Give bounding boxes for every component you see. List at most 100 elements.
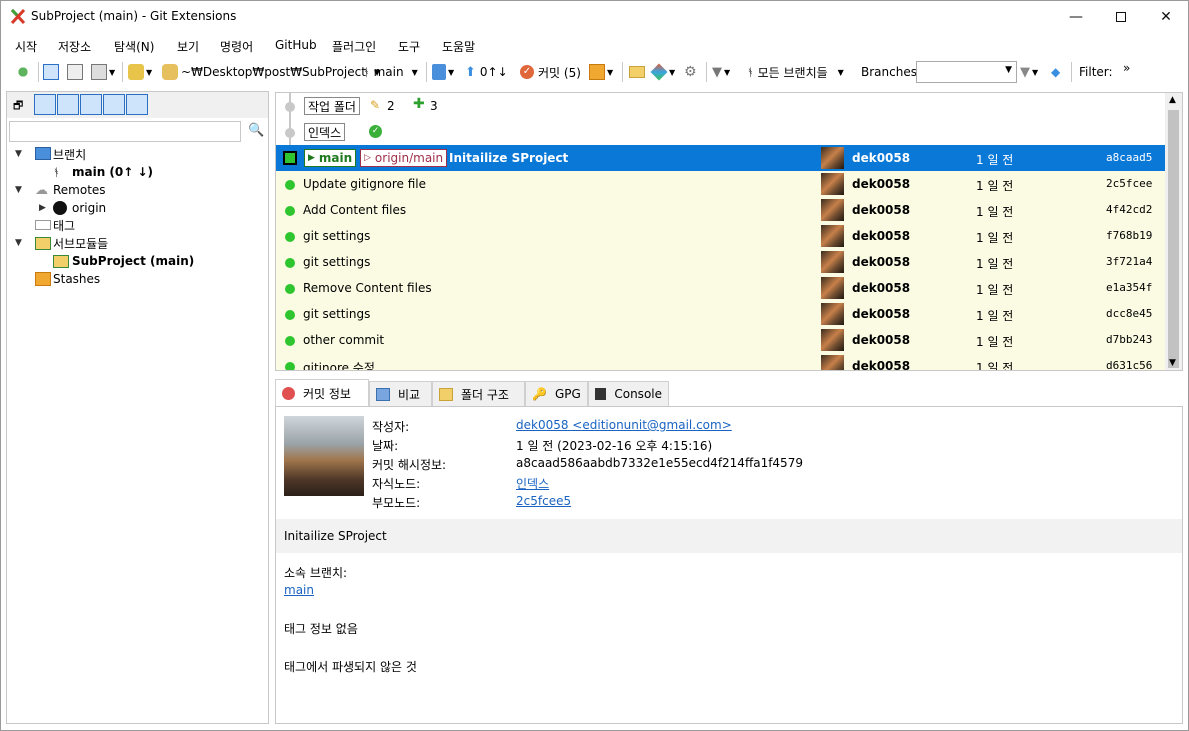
branch-select[interactable]: ᚬ main ▼ xyxy=(363,63,418,81)
menu-view[interactable]: 보기 xyxy=(177,38,199,55)
chevron-down-icon[interactable]: ▼ xyxy=(15,238,22,248)
stash-button[interactable]: ▼ xyxy=(589,63,613,81)
commit-row-selected[interactable]: ▶ main ▷ origin/main Initailize SProject d… xyxy=(276,145,1166,171)
tree-submodules[interactable]: 서브모듈들 xyxy=(53,235,108,252)
menu-help[interactable]: 도움말 xyxy=(442,38,475,55)
filter-marker-button[interactable]: ◆ xyxy=(1051,63,1060,81)
commit-row[interactable]: git settings dek0058 1 일 전 f768b19 xyxy=(276,223,1166,249)
pull-button[interactable]: ▼ xyxy=(432,63,454,81)
tab-commit-info[interactable]: 커밋 정보 xyxy=(275,379,369,407)
tab-diff[interactable]: 비교 xyxy=(369,381,432,406)
repo-path-label: ~₩Desktop₩post₩SubProject xyxy=(181,65,366,79)
commit-row[interactable]: Remove Content files dek0058 1 일 전 e1a35… xyxy=(276,275,1166,301)
maximize-button[interactable] xyxy=(1098,1,1144,32)
layout-button-2[interactable] xyxy=(67,63,83,81)
commit-date: 1 일 전 xyxy=(976,335,1014,349)
revision-grid[interactable]: 작업 폴더 ✎ 2 ✚ 3 인덱스 ✓ ▶ main ▷ origin/main I… xyxy=(275,92,1183,371)
layout-button-1[interactable] xyxy=(43,63,59,81)
menu-tools[interactable]: 도구 xyxy=(398,38,420,55)
commit-date: 1 일 전 xyxy=(976,153,1014,167)
menu-commands[interactable]: 명령어 xyxy=(220,38,253,55)
tree-tags[interactable]: 태그 xyxy=(53,217,75,234)
stash-icon xyxy=(35,272,51,286)
show-submodules-toggle[interactable] xyxy=(103,94,125,115)
close-button[interactable]: ✕ xyxy=(1143,1,1189,32)
menu-github[interactable]: GitHub xyxy=(275,38,317,52)
show-remotes-toggle[interactable] xyxy=(57,94,79,115)
branches-label: Branches: xyxy=(861,65,922,79)
scroll-down-icon[interactable]: ▼ xyxy=(1169,358,1176,368)
minimize-icon: — xyxy=(1069,8,1083,25)
open-folder-button[interactable] xyxy=(629,63,645,81)
filter-options-button[interactable]: ▼ ▼ xyxy=(1020,63,1038,81)
repo-path-button[interactable]: ~₩Desktop₩post₩SubProject ▼ xyxy=(162,63,380,81)
child-label: 자식노드: xyxy=(372,477,421,491)
settings-button[interactable]: ⚙ xyxy=(684,63,697,81)
commit-button[interactable]: ✓ 커밋 (5) xyxy=(520,63,581,81)
commit-hash: d7bb243 xyxy=(1106,333,1153,346)
commit-message: git settings xyxy=(303,255,371,269)
tree-branch-main[interactable]: main (0↑ ↓) xyxy=(72,165,153,179)
commit-row[interactable]: Update gitignore file dek0058 1 일 전 2c5f… xyxy=(276,171,1166,197)
open-repo-button[interactable]: ▼ xyxy=(128,63,152,81)
commit-author: dek0058 xyxy=(852,177,911,191)
branch-filter-button[interactable]: ▼ ▼ xyxy=(712,63,730,81)
show-branches-toggle[interactable] xyxy=(34,94,56,115)
branches-combo[interactable]: ▼ xyxy=(916,61,1017,83)
child-link[interactable]: 인덱스 xyxy=(516,475,549,492)
graph-node xyxy=(285,258,295,268)
show-tags-toggle[interactable] xyxy=(80,94,102,115)
git-bash-button[interactable]: ▼ xyxy=(650,63,675,81)
menu-repository[interactable]: 저장소 xyxy=(58,38,91,55)
scroll-up-icon[interactable]: ▲ xyxy=(1169,95,1176,105)
author-link[interactable]: dek0058 <editionunit@gmail.com> xyxy=(516,418,732,432)
menu-plugins[interactable]: 플러그인 xyxy=(332,38,376,55)
contained-branch-link[interactable]: main xyxy=(284,583,314,597)
tab-gpg[interactable]: 🔑 GPG xyxy=(525,381,588,406)
layout-button-3[interactable]: ▼ xyxy=(91,63,115,81)
submodule-folder-icon xyxy=(53,254,69,268)
sidebar-search-input[interactable] xyxy=(9,121,241,142)
tab-file-tree[interactable]: 폴더 구조 xyxy=(432,381,525,406)
toolbar-overflow-button[interactable]: » xyxy=(1123,59,1130,77)
commit-date: 1 일 전 xyxy=(976,361,1014,371)
commit-hash: dcc8e45 xyxy=(1106,307,1153,320)
tree-submodule-item[interactable]: SubProject (main) xyxy=(72,254,194,268)
commit-row[interactable]: other commit dek0058 1 일 전 d7bb243 xyxy=(276,327,1166,353)
tree-remote-origin[interactable]: origin xyxy=(72,201,106,215)
menu-start[interactable]: 시작 xyxy=(15,38,37,55)
tab-console[interactable]: Console xyxy=(588,381,669,406)
refresh-button[interactable] xyxy=(15,63,31,81)
parent-link[interactable]: 2c5fcee5 xyxy=(516,494,571,508)
check-circle-icon: ✓ xyxy=(369,125,382,138)
show-branches-dropdown[interactable]: ᚬ 모든 브랜치들 ▼ xyxy=(747,63,844,81)
commit-hash: 4f42cd2 xyxy=(1106,203,1153,216)
worktree-row[interactable]: 작업 폴더 ✎ 2 ✚ 3 xyxy=(276,93,1166,119)
index-row[interactable]: 인덱스 ✓ xyxy=(276,119,1166,145)
branch-tag-main[interactable]: ▶ main xyxy=(304,149,357,167)
scrollbar-thumb[interactable] xyxy=(1168,110,1179,368)
commit-row[interactable]: git settings dek0058 1 일 전 3f721a4 xyxy=(276,249,1166,275)
remote-tag-origin-main[interactable]: ▷ origin/main xyxy=(360,149,448,167)
graph-node xyxy=(285,336,295,346)
grid-scrollbar[interactable]: ▲ ▼ xyxy=(1165,93,1182,370)
chevron-down-icon[interactable]: ▼ xyxy=(15,185,22,195)
commit-row[interactable]: gitinore 수정 dek0058 1 일 전 d631c56 xyxy=(276,353,1166,371)
commit-author: dek0058 xyxy=(852,151,911,165)
commit-row[interactable]: Add Content files dek0058 1 일 전 4f42cd2 xyxy=(276,197,1166,223)
commit-row[interactable]: git settings dek0058 1 일 전 dcc8e45 xyxy=(276,301,1166,327)
tree-remotes[interactable]: Remotes xyxy=(53,183,106,197)
show-stashes-toggle[interactable] xyxy=(126,94,148,115)
commit-date: 1 일 전 xyxy=(976,179,1014,193)
search-icon[interactable]: 🔍 xyxy=(248,123,264,138)
tree-stashes[interactable]: Stashes xyxy=(53,272,100,286)
collapse-all-icon[interactable]: 🗗 xyxy=(13,97,23,116)
chevron-down-icon[interactable]: ▼ xyxy=(15,149,22,159)
tree-branches[interactable]: 브랜치 xyxy=(53,146,86,163)
minimize-button[interactable]: — xyxy=(1053,1,1099,32)
chevron-right-icon[interactable]: ▶ xyxy=(39,203,46,213)
push-button[interactable]: ⬆ 0↑↓ xyxy=(465,63,508,81)
detail-tabs: 커밋 정보 비교 폴더 구조 🔑 GPG Console xyxy=(275,379,1183,407)
graph-node xyxy=(285,232,295,242)
menu-navigate[interactable]: 탐색(N) xyxy=(114,38,154,55)
